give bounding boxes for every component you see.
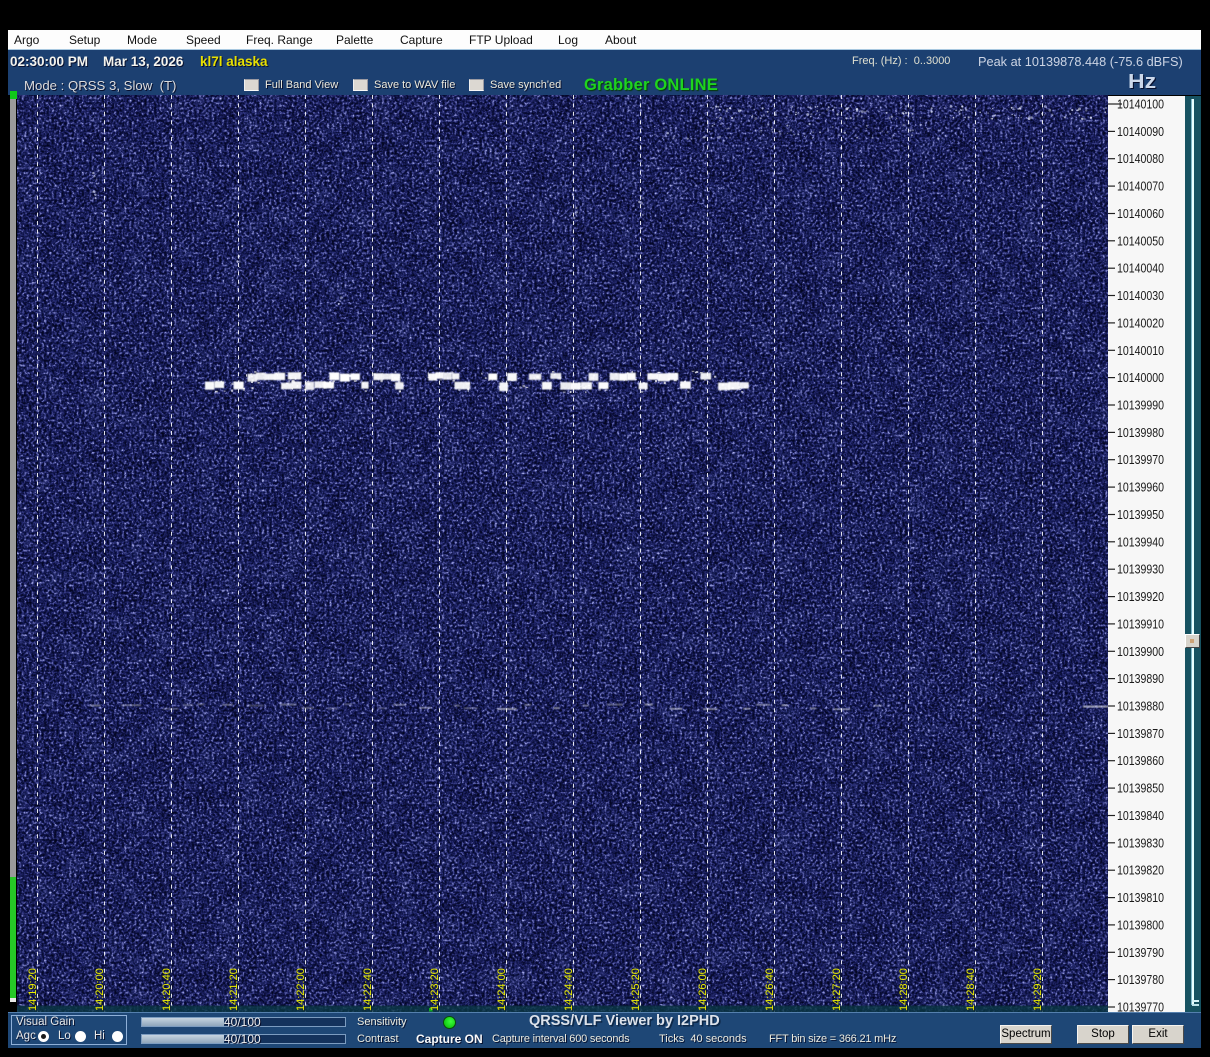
svg-text:10140020: 10140020 — [1117, 315, 1164, 330]
svg-text:10139840: 10139840 — [1117, 808, 1164, 823]
svg-text:14:29:20: 14:29:20 — [1032, 968, 1044, 1011]
svg-text:10139900: 10139900 — [1117, 644, 1164, 659]
svg-text:10139990: 10139990 — [1117, 398, 1164, 413]
svg-text:10139880: 10139880 — [1117, 699, 1164, 714]
svg-text:14:21:20: 14:21:20 — [228, 968, 240, 1011]
svg-text:10140080: 10140080 — [1117, 151, 1164, 166]
svg-text:10140040: 10140040 — [1117, 261, 1164, 276]
svg-text:10139850: 10139850 — [1117, 781, 1164, 796]
svg-text:10139970: 10139970 — [1117, 452, 1164, 467]
svg-text:10140090: 10140090 — [1117, 124, 1164, 139]
svg-text:14:22:40: 14:22:40 — [362, 968, 374, 1011]
svg-text:14:28:00: 14:28:00 — [898, 968, 910, 1011]
svg-text:10139770: 10139770 — [1117, 1000, 1164, 1013]
svg-text:10139930: 10139930 — [1117, 562, 1164, 577]
svg-text:10140050: 10140050 — [1117, 233, 1164, 248]
svg-text:14:23:20: 14:23:20 — [429, 968, 441, 1011]
svg-text:14:20:40: 14:20:40 — [161, 968, 173, 1011]
svg-text:14:20:00: 14:20:00 — [94, 968, 106, 1011]
svg-text:14:26:40: 14:26:40 — [764, 968, 776, 1011]
svg-text:10139800: 10139800 — [1117, 917, 1164, 932]
svg-text:10139960: 10139960 — [1117, 480, 1164, 495]
svg-text:14:24:40: 14:24:40 — [563, 968, 575, 1011]
svg-text:10139950: 10139950 — [1117, 507, 1164, 522]
svg-text:10139790: 10139790 — [1117, 945, 1164, 960]
svg-text:10140010: 10140010 — [1117, 343, 1164, 358]
svg-text:14:22:00: 14:22:00 — [295, 968, 307, 1011]
svg-text:10139860: 10139860 — [1117, 753, 1164, 768]
svg-text:10139810: 10139810 — [1117, 890, 1164, 905]
svg-text:10140060: 10140060 — [1117, 206, 1164, 221]
svg-text:10139940: 10139940 — [1117, 534, 1164, 549]
svg-text:10139980: 10139980 — [1117, 425, 1164, 440]
svg-text:14:26:00: 14:26:00 — [697, 968, 709, 1011]
svg-text:10139820: 10139820 — [1117, 863, 1164, 878]
svg-text:10139830: 10139830 — [1117, 835, 1164, 850]
svg-text:14:19:20: 14:19:20 — [27, 968, 39, 1011]
svg-text:10140070: 10140070 — [1117, 179, 1164, 194]
svg-text:10139780: 10139780 — [1117, 972, 1164, 987]
svg-text:10140100: 10140100 — [1117, 97, 1164, 112]
svg-text:10139870: 10139870 — [1117, 726, 1164, 741]
svg-text:10140000: 10140000 — [1117, 370, 1164, 385]
svg-text:10140030: 10140030 — [1117, 288, 1164, 303]
svg-text:10139920: 10139920 — [1117, 589, 1164, 604]
svg-text:14:25:20: 14:25:20 — [630, 968, 642, 1011]
svg-text:14:24:00: 14:24:00 — [496, 968, 508, 1011]
svg-text:14:28:40: 14:28:40 — [965, 968, 977, 1011]
svg-text:14:27:20: 14:27:20 — [831, 968, 843, 1011]
svg-text:10139910: 10139910 — [1117, 616, 1164, 631]
svg-text:10139890: 10139890 — [1117, 671, 1164, 686]
